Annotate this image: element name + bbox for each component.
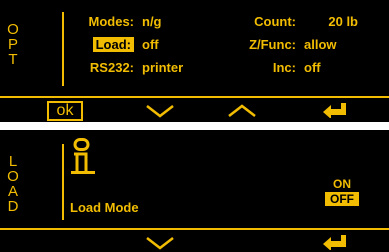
- load-label-text: Load:: [92, 37, 134, 52]
- load-side-title-letter: D: [7, 198, 19, 215]
- enter-button[interactable]: [318, 232, 352, 252]
- count-label[interactable]: Count:: [236, 14, 296, 30]
- enter-button[interactable]: [318, 100, 352, 120]
- opt-side-title-letter: P: [7, 36, 18, 53]
- load-side-title-letter: L: [8, 153, 18, 170]
- load-mode-panel: L O A D Load Mode ON OFF: [0, 130, 389, 252]
- inc-label[interactable]: Inc:: [236, 60, 296, 76]
- opt-softkey-divider: [0, 96, 389, 98]
- load-side-title: L O A D: [0, 154, 26, 214]
- scroll-down-button[interactable]: [140, 233, 180, 252]
- ok-button[interactable]: ok: [40, 101, 90, 121]
- load-side-title-letter: A: [7, 183, 18, 200]
- chevron-up-icon: [228, 104, 256, 117]
- enter-arrow-icon: [323, 235, 346, 250]
- scroll-down-button[interactable]: [140, 101, 180, 121]
- rs232-label[interactable]: RS232:: [74, 60, 134, 76]
- zfunc-value: allow: [304, 37, 337, 52]
- opt-vertical-divider: [62, 12, 64, 86]
- load-label[interactable]: Load:: [70, 37, 134, 53]
- load-side-title-letter: O: [7, 168, 19, 185]
- option-off[interactable]: OFF: [325, 192, 359, 206]
- ok-button-label: ok: [47, 101, 83, 121]
- load-vertical-divider: [62, 144, 64, 220]
- enter-arrow-icon: [323, 103, 346, 118]
- rs232-value: printer: [142, 60, 184, 75]
- opt-side-title: O P T: [0, 22, 26, 67]
- load-softkey-divider: [0, 228, 389, 230]
- inc-value: off: [304, 60, 321, 75]
- opt-side-title-letter: T: [8, 51, 18, 68]
- modes-value: n/g: [142, 14, 162, 29]
- zfunc-label[interactable]: Z/Func:: [236, 37, 296, 53]
- info-icon: [70, 138, 96, 181]
- modes-label[interactable]: Modes:: [74, 14, 135, 30]
- option-on[interactable]: ON: [325, 177, 359, 191]
- count-value: 20 lb: [328, 14, 358, 29]
- scroll-up-button[interactable]: [222, 101, 262, 121]
- opt-side-title-letter: O: [7, 21, 19, 38]
- chevron-down-icon: [146, 236, 174, 250]
- load-mode-title: Load Mode: [70, 200, 139, 215]
- options-panel: O P T Modes: Load: RS232: n/g off printe…: [0, 0, 389, 122]
- chevron-down-icon: [146, 105, 174, 118]
- load-value: off: [142, 37, 159, 52]
